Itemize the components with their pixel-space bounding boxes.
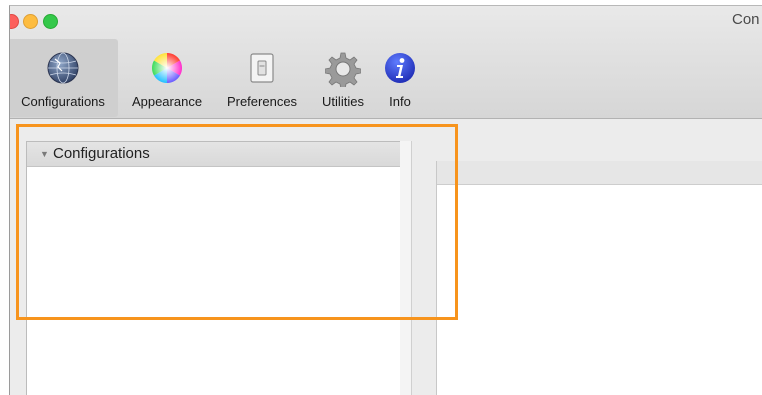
detail-panel — [436, 161, 762, 395]
outline-section-header[interactable]: ▼ Configurations — [27, 142, 400, 167]
zoom-button[interactable] — [43, 14, 58, 29]
info-icon — [383, 51, 417, 90]
toolbar-label: Configurations — [21, 94, 105, 109]
toolbar-label: Utilities — [322, 94, 364, 109]
gear-icon — [324, 51, 362, 92]
disclosure-triangle-icon[interactable]: ▼ — [40, 149, 49, 159]
toolbar-utilities[interactable]: Utilities — [310, 39, 376, 117]
section-title: Configurations — [53, 145, 150, 162]
app-window: Con Configurations Appearance Preference… — [9, 5, 762, 395]
toolbar-appearance[interactable]: Appearance — [120, 39, 214, 117]
minimize-button[interactable] — [23, 14, 38, 29]
window-title: Con — [732, 11, 760, 28]
detail-panel-header — [437, 161, 762, 185]
toolbar-preferences[interactable]: Preferences — [214, 39, 310, 117]
globe-icon — [46, 51, 80, 90]
toolbar-label: Info — [389, 94, 411, 109]
toolbar-info[interactable]: Info — [376, 39, 424, 117]
switch-icon — [247, 51, 277, 90]
title-bar: Con Configurations Appearance Preference… — [10, 6, 762, 119]
sidebar-scrollbar[interactable] — [400, 141, 412, 395]
content-area: ▼ Configurations — [10, 119, 762, 395]
toolbar-label: Appearance — [131, 94, 203, 109]
close-button[interactable] — [10, 14, 19, 29]
configurations-outline[interactable]: ▼ Configurations — [26, 141, 401, 395]
color-wheel-icon — [150, 51, 184, 90]
toolbar-label: Preferences — [226, 94, 298, 109]
toolbar-configurations[interactable]: Configurations — [10, 39, 118, 117]
